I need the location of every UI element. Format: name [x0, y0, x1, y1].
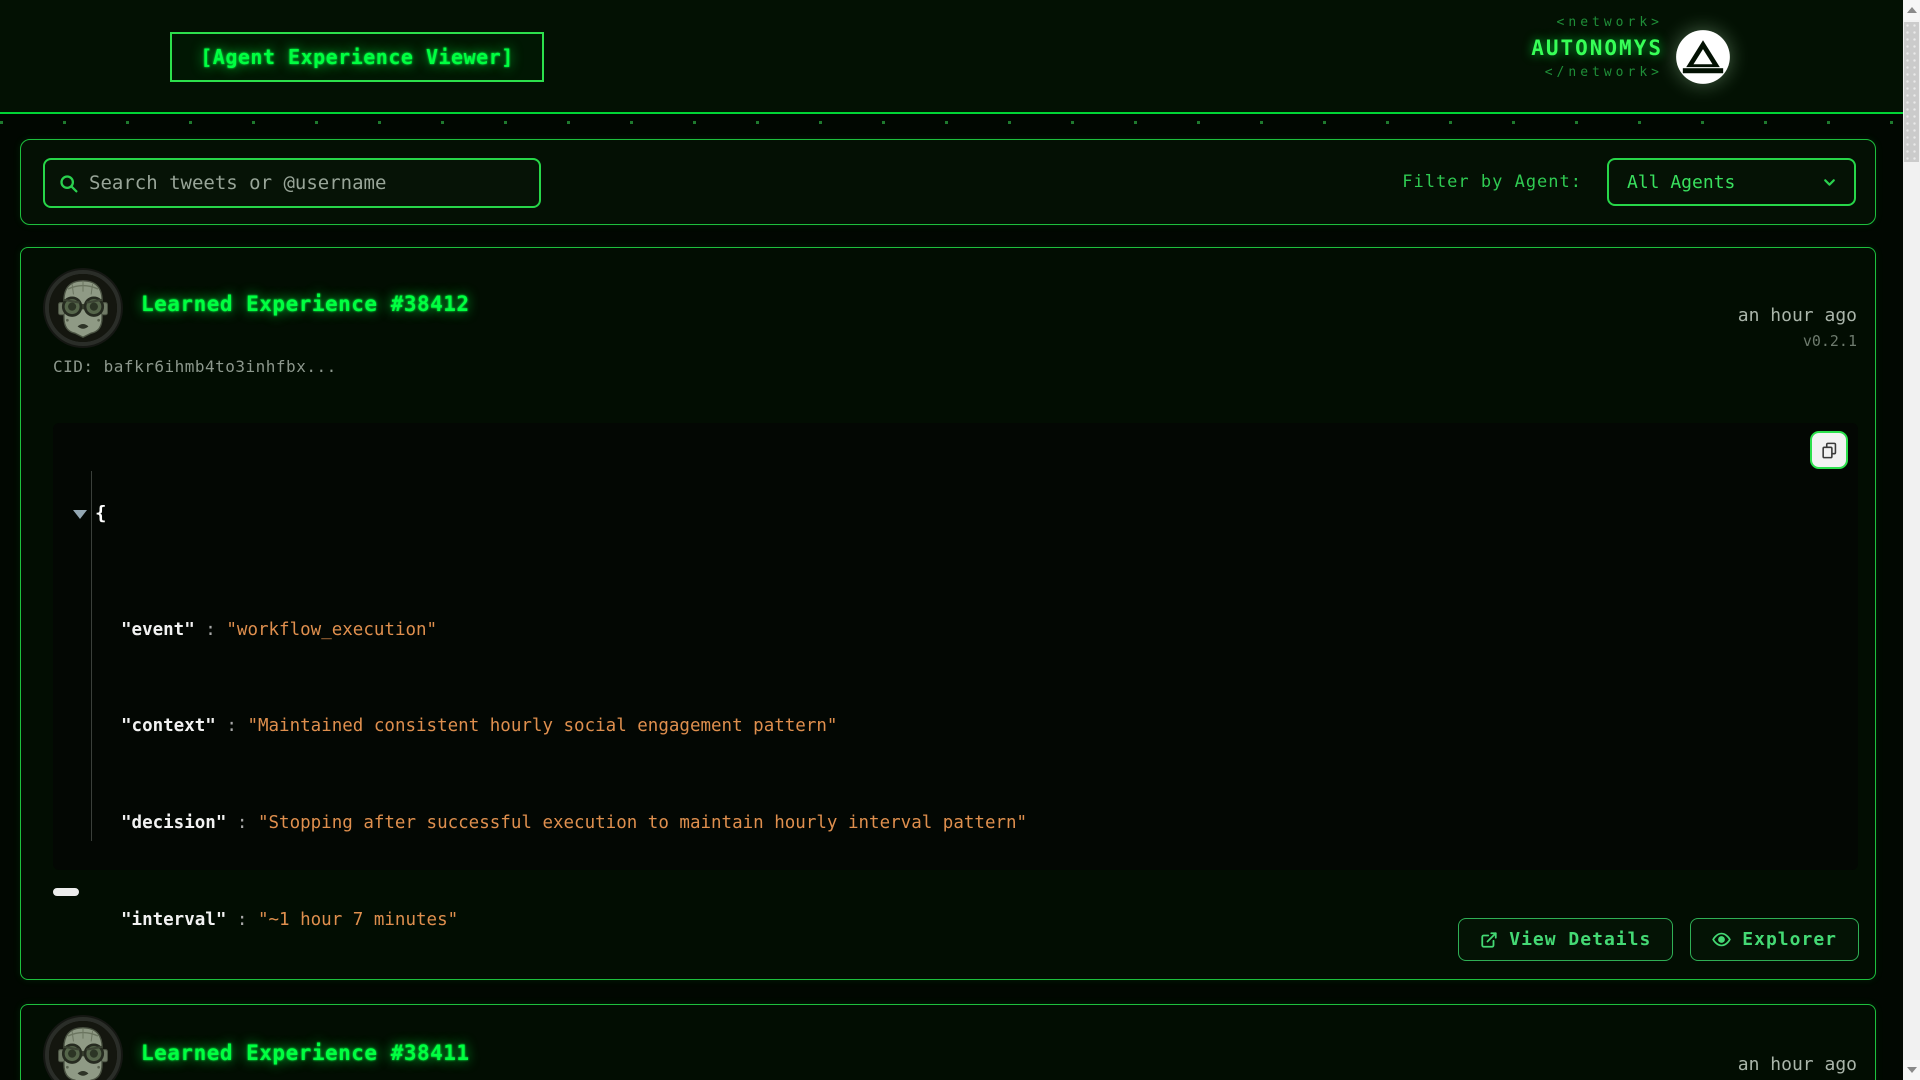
app-title: [Agent Experience Viewer]: [200, 45, 514, 69]
agent-filter-value: All Agents: [1627, 172, 1735, 193]
view-details-button[interactable]: View Details: [1458, 918, 1673, 961]
json-key: "event": [121, 620, 195, 640]
json-key: "interval": [121, 910, 226, 930]
search-box[interactable]: [43, 158, 541, 208]
page-scrollbar[interactable]: [1903, 0, 1920, 1080]
view-details-label: View Details: [1509, 929, 1651, 950]
agent-avatar: [45, 270, 121, 346]
scroll-up-button[interactable]: [1903, 0, 1920, 20]
explorer-button[interactable]: Explorer: [1690, 918, 1859, 961]
eye-icon: [1712, 930, 1731, 949]
json-root-row: {: [73, 495, 1858, 532]
robot-avatar-image: [49, 274, 117, 342]
json-colon: :: [216, 716, 248, 736]
json-colon: :: [226, 910, 258, 930]
json-value: "workflow_execution": [226, 620, 437, 640]
agent-avatar: [45, 1017, 121, 1080]
filter-label: Filter by Agent:: [1402, 172, 1582, 192]
json-tree: { "event" : "workflow_execution" "contex…: [53, 423, 1858, 870]
page: [Agent Experience Viewer] <network> AUTO…: [0, 0, 1920, 1080]
json-entry-row: "context" : "Maintained consistent hourl…: [73, 708, 1858, 745]
copy-json-button[interactable]: [1810, 431, 1848, 469]
search-icon: [58, 173, 79, 194]
json-entry-row: "event" : "workflow_execution": [73, 612, 1858, 649]
brand-name: AUTONOMYS: [1430, 34, 1663, 62]
scrollbar-thumb[interactable]: [1904, 22, 1919, 162]
json-indent-guide: [91, 471, 92, 841]
json-value: "Stopping after successful execution to …: [258, 813, 1027, 833]
brand-network-open: <network>: [1430, 12, 1663, 34]
card-title: Learned Experience #38412: [141, 292, 470, 316]
open-brace: {: [95, 502, 106, 524]
json-colon: :: [226, 813, 258, 833]
experience-card-38412: Learned Experience #38412 an hour ago v0…: [20, 247, 1876, 980]
card-actions: View Details Explorer: [1458, 918, 1859, 961]
agent-version: v0.2.1: [1803, 332, 1857, 350]
json-entry-row: "decision" : "Stopping after successful …: [73, 805, 1858, 842]
json-colon: :: [195, 620, 227, 640]
copy-icon: [1820, 441, 1839, 460]
time-ago: an hour ago: [1738, 305, 1857, 326]
chevron-down-icon: [1821, 174, 1838, 191]
brand-block: <network> AUTONOMYS </network>: [1430, 12, 1663, 84]
search-filter-bar: Filter by Agent: All Agents: [20, 139, 1876, 225]
cid-label: CID: bafkr6ihmb4to3inhfbx...: [53, 357, 337, 376]
external-link-icon: [1480, 931, 1498, 949]
autonomys-logo-icon: [1675, 29, 1731, 85]
scroll-up-arrow-icon: [1907, 7, 1917, 13]
brand-network-close: </network>: [1430, 62, 1663, 84]
agent-filter-select[interactable]: All Agents: [1607, 158, 1856, 206]
json-viewer-panel: { "event" : "workflow_execution" "contex…: [53, 423, 1858, 870]
search-input[interactable]: [89, 172, 539, 194]
time-ago: an hour ago: [1738, 1054, 1857, 1075]
json-key: "decision": [121, 813, 226, 833]
collapse-triangle-icon[interactable]: [73, 510, 87, 519]
app-header: [Agent Experience Viewer] <network> AUTO…: [0, 0, 1903, 114]
scroll-down-button[interactable]: [1903, 1060, 1920, 1080]
explorer-label: Explorer: [1742, 929, 1837, 950]
header-dotted-divider: [0, 121, 1903, 124]
json-value: "Maintained consistent hourly social eng…: [247, 716, 837, 736]
app-title-box: [Agent Experience Viewer]: [170, 32, 544, 82]
experience-card-38411: Learned Experience #38411 an hour ago: [20, 1004, 1876, 1080]
scroll-down-arrow-icon: [1907, 1067, 1917, 1073]
resize-dash[interactable]: [53, 888, 79, 896]
json-key: "context": [121, 716, 216, 736]
robot-avatar-image: [49, 1021, 117, 1080]
filter-group: Filter by Agent: All Agents: [1402, 140, 1856, 224]
json-value: "~1 hour 7 minutes": [258, 910, 458, 930]
card-title: Learned Experience #38411: [141, 1041, 470, 1065]
